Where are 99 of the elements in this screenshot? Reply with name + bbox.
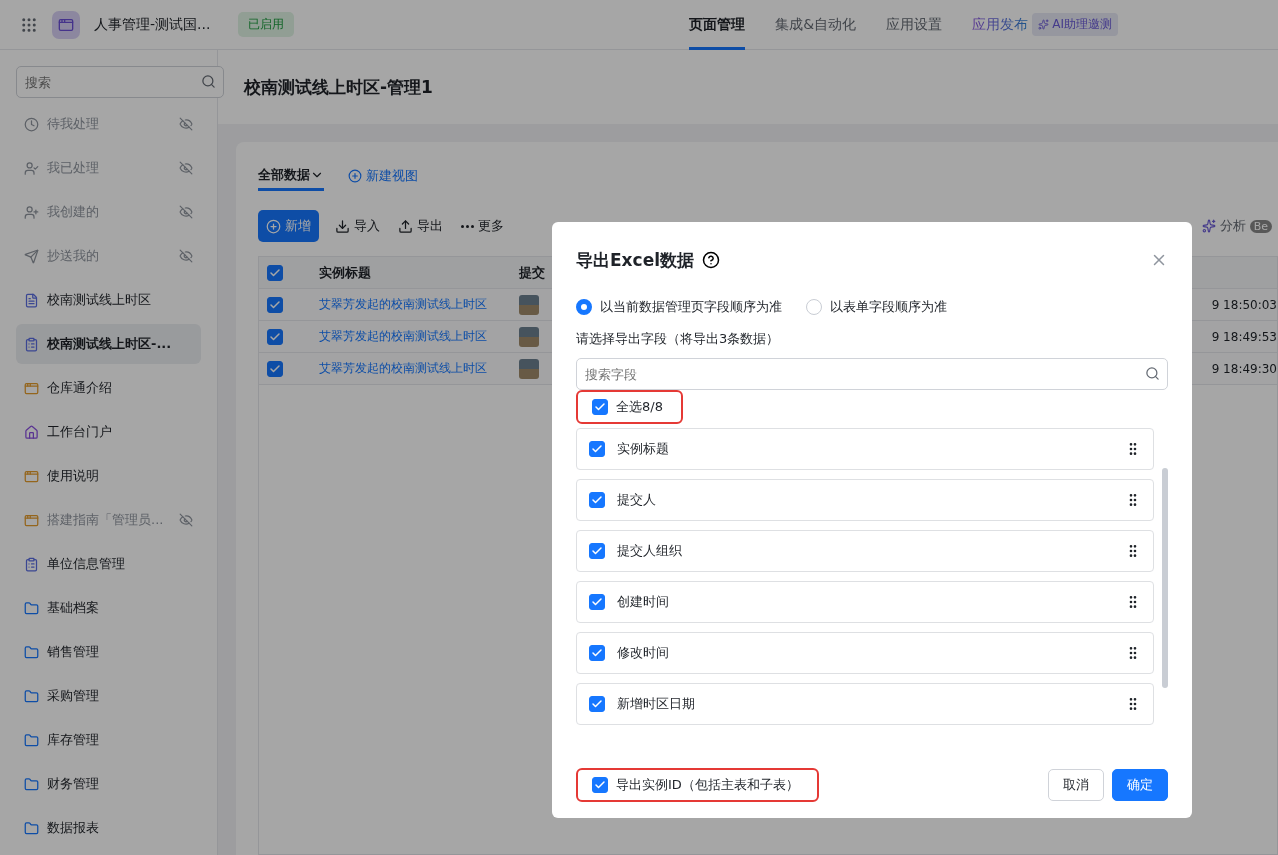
table-cell: 9 18:50:03 — [1211, 297, 1277, 312]
checkmark-icon — [269, 266, 281, 279]
help-icon[interactable] — [702, 251, 720, 269]
dialog-button[interactable]: 取消 — [1048, 769, 1104, 801]
analysis-button[interactable]: 分析 Be — [1195, 216, 1278, 236]
eye-off-icon[interactable] — [179, 249, 193, 263]
nav-tab[interactable]: 应用设置 — [886, 0, 943, 50]
eye-off-icon[interactable] — [179, 161, 193, 175]
eye-off-icon[interactable] — [179, 117, 193, 131]
field-row[interactable]: 提交人组织 — [576, 530, 1154, 572]
export-id-highlight[interactable]: 导出实例ID（包括主表和子表） — [576, 768, 819, 802]
photo-placeholder — [519, 358, 539, 379]
radio[interactable] — [576, 299, 592, 315]
nav-tab[interactable]: 集成&自动化 — [775, 0, 857, 50]
field-row[interactable]: 创建时间 — [576, 581, 1154, 623]
photo-placeholder — [519, 294, 539, 315]
checkmark-icon — [269, 330, 281, 343]
field-label: 修改时间 — [617, 644, 670, 662]
checkbox[interactable] — [592, 777, 608, 793]
page-title: 校南测试线上时区-管理1 — [244, 75, 433, 99]
toolbar-button[interactable]: 导入 — [333, 210, 382, 242]
field-label: 新增时区日期 — [617, 695, 696, 713]
ellipsis-icon — [461, 224, 474, 228]
field-label: 创建时间 — [617, 593, 670, 611]
sidebar-item[interactable]: 销售管理 — [16, 632, 201, 672]
field-label: 提交人组织 — [617, 542, 683, 560]
field-row[interactable]: 新增时区日期 — [576, 683, 1154, 725]
checkbox[interactable] — [589, 543, 605, 559]
checkmark-icon — [594, 401, 606, 413]
sidebar-item[interactable]: 工作台门户 — [16, 412, 201, 452]
search-icon — [201, 74, 216, 89]
checkbox[interactable] — [589, 492, 605, 508]
upload-icon — [398, 218, 413, 234]
export-id-label: 导出实例ID（包括主表和子表） — [616, 776, 799, 794]
view-tab[interactable]: 全部数据 — [258, 161, 324, 191]
field-label: 提交人 — [617, 491, 657, 509]
window-icon — [58, 16, 74, 33]
field-row[interactable]: 修改时间 — [576, 632, 1154, 674]
field-search[interactable]: 搜索字段 — [576, 358, 1168, 390]
dialog-button[interactable]: 确定 — [1112, 769, 1168, 801]
plus-circle-icon — [266, 218, 281, 234]
sidebar-item[interactable]: 校南测试线上时区-... — [16, 324, 201, 364]
plus-circle-icon — [348, 169, 362, 183]
beta-badge: Be — [1249, 219, 1272, 233]
toolbar-button[interactable]: 导出 — [396, 210, 445, 242]
search-icon — [1145, 366, 1160, 381]
checkmark-icon — [591, 647, 603, 659]
eye-off-icon[interactable] — [179, 205, 193, 219]
field-label: 实例标题 — [617, 440, 670, 458]
radio-label: 以表单字段顺序为准 — [830, 298, 947, 316]
fields-label: 请选择导出字段（将导出3条数据） — [576, 330, 781, 348]
scrollbar-thumb[interactable] — [1162, 468, 1168, 688]
sparkle-icon — [1038, 19, 1050, 30]
checkbox[interactable] — [267, 296, 283, 313]
table-cell: 9 18:49:30 — [1211, 361, 1277, 376]
app-name: 人事管理-测试国... — [94, 15, 211, 34]
select-all-label: 全选8/8 — [616, 398, 663, 416]
sidebar-item[interactable]: 库存管理 — [16, 720, 201, 760]
checkmark-icon — [269, 298, 281, 311]
sidebar-item[interactable]: 财务管理 — [16, 764, 201, 804]
column-header: 实例标题 — [319, 263, 372, 282]
download-icon — [335, 218, 350, 234]
field-row[interactable]: 提交人 — [576, 479, 1154, 521]
select-all-highlight[interactable]: 全选8/8 — [576, 390, 683, 424]
sidebar-item[interactable]: 使用说明 — [16, 456, 201, 496]
table-cell: 9 18:49:53 — [1211, 329, 1277, 344]
radio-option[interactable]: 以表单字段顺序为准 — [806, 298, 947, 316]
checkmark-icon — [591, 494, 603, 506]
checkbox[interactable] — [592, 399, 608, 415]
sidebar-item[interactable]: 单位信息管理 — [16, 544, 201, 584]
checkmark-icon — [591, 596, 603, 608]
status-badge: 已启用 — [238, 12, 295, 37]
toolbar-button[interactable]: 新增 — [258, 210, 319, 242]
sidebar-item[interactable]: 数据报表 — [16, 808, 201, 848]
sidebar-item[interactable]: 基础档案 — [16, 588, 201, 628]
checkmark-icon — [594, 779, 606, 791]
eye-off-icon[interactable] — [179, 513, 193, 527]
sidebar-item[interactable]: 采购管理 — [16, 676, 201, 716]
sparkle-icon — [1201, 219, 1216, 233]
checkmark-icon — [591, 545, 603, 557]
sidebar-item[interactable]: 校南测试线上时区 — [16, 280, 201, 320]
checkbox[interactable] — [267, 328, 283, 345]
search-field[interactable]: 搜索 — [16, 66, 224, 98]
app-grid-icon[interactable] — [20, 15, 38, 34]
checkbox[interactable] — [589, 645, 605, 661]
checkmark-icon — [591, 698, 603, 710]
toolbar-button[interactable]: 更多 — [459, 210, 506, 242]
dialog-title: 导出Excel数据 — [576, 248, 694, 272]
checkbox[interactable] — [267, 360, 283, 377]
photo-placeholder — [519, 326, 539, 347]
sidebar-item[interactable]: 仓库通介绍 — [16, 368, 201, 408]
column-header: 提交 — [519, 263, 546, 282]
checkmark-icon — [591, 443, 603, 455]
field-row[interactable]: 实例标题 — [576, 428, 1154, 470]
checkbox[interactable] — [589, 441, 605, 457]
checkbox[interactable] — [589, 696, 605, 712]
checkmark-icon — [269, 362, 281, 375]
checkbox[interactable] — [589, 594, 605, 610]
checkbox[interactable] — [267, 264, 283, 281]
